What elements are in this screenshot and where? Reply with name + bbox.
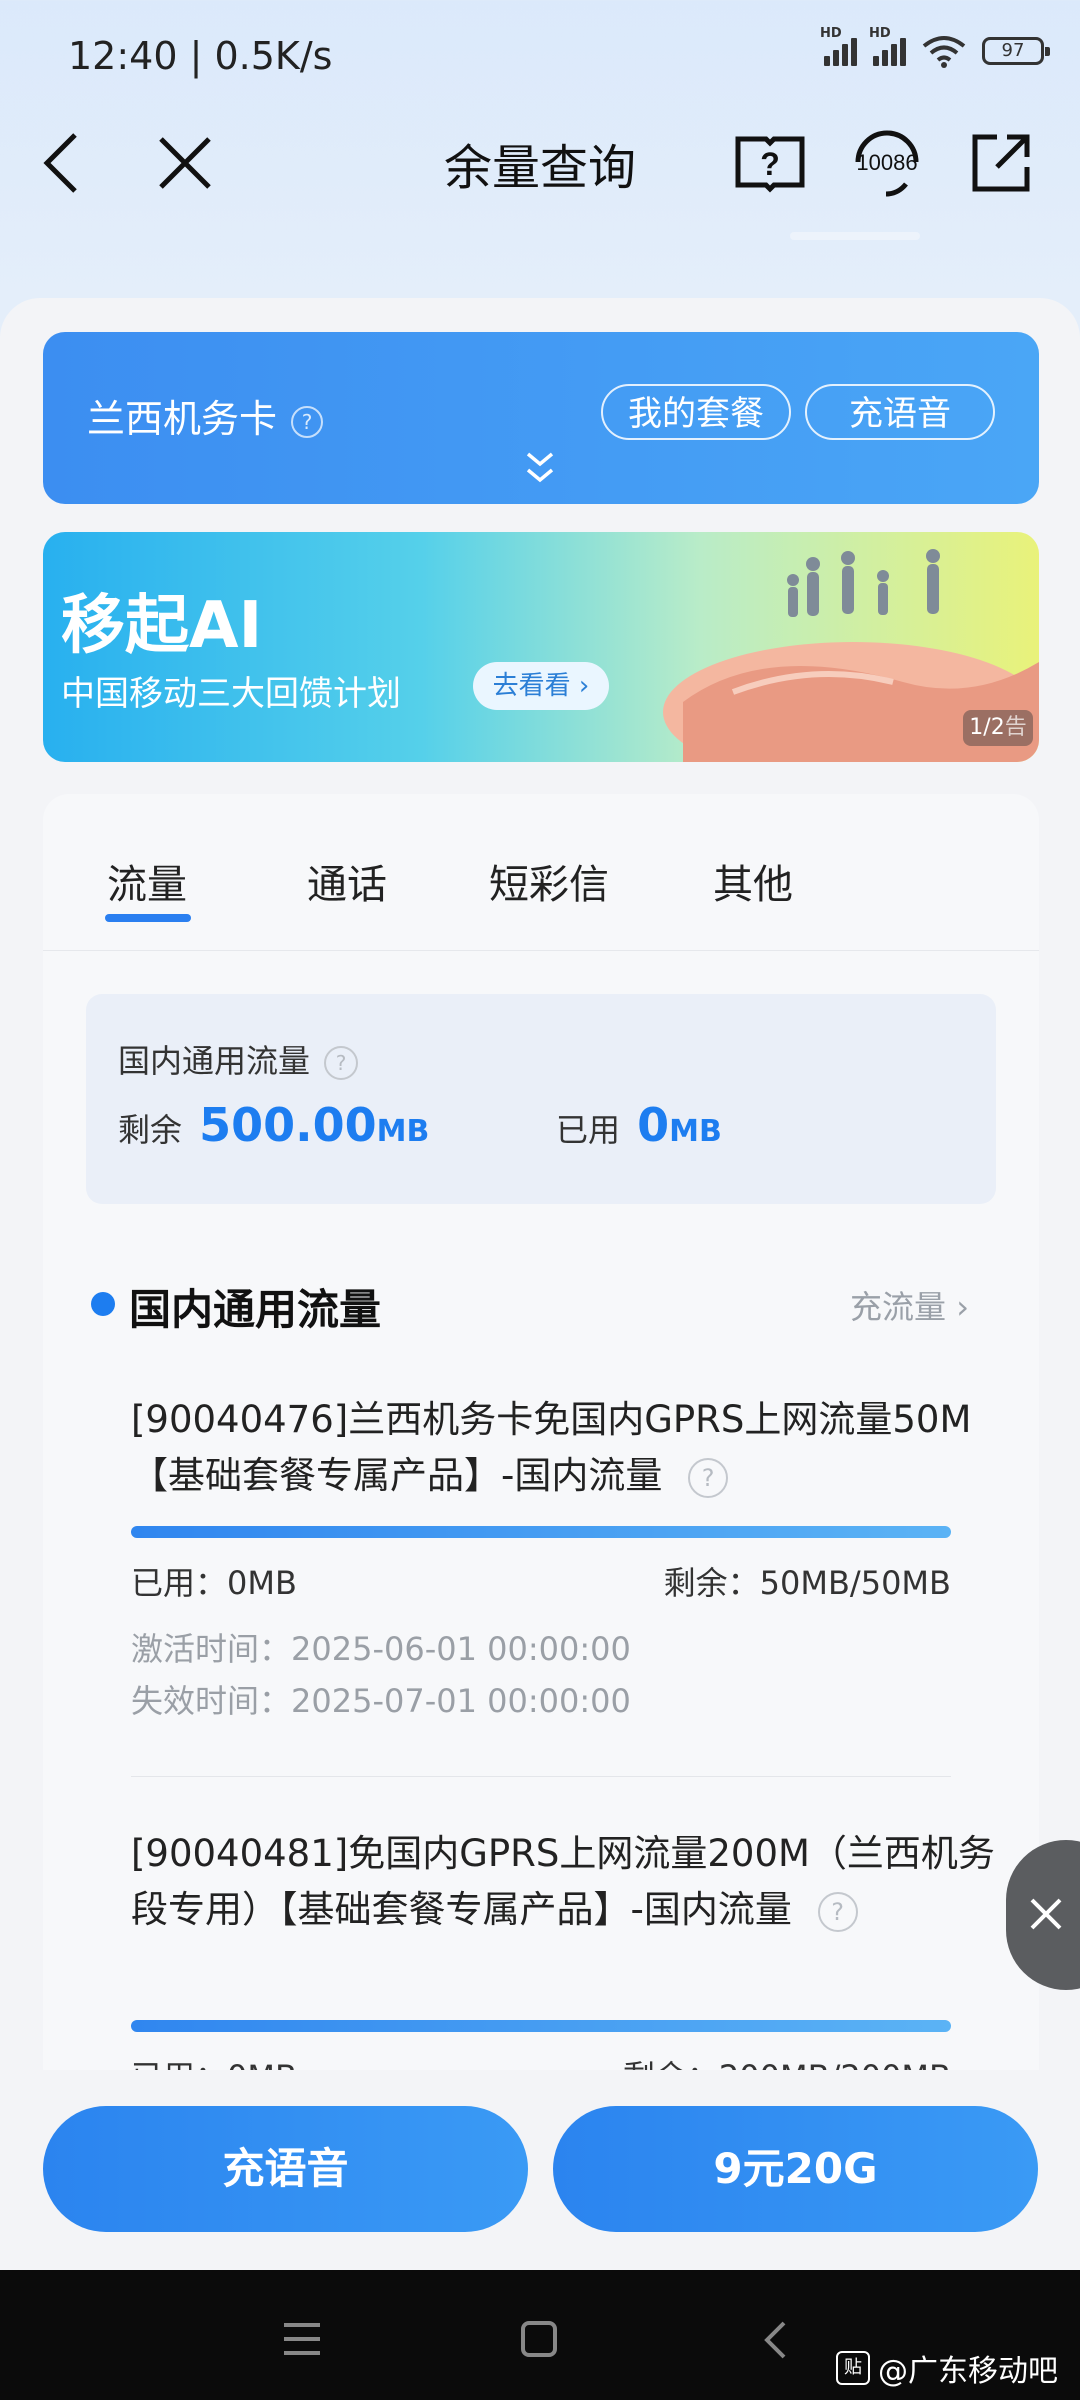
home-icon[interactable] xyxy=(520,2320,558,2358)
help-icon[interactable]: ? xyxy=(291,405,324,438)
data-summary-box: 国内通用流量? 剩余 500.00MB 已用 0MB xyxy=(86,994,996,1204)
close-icon xyxy=(1030,1898,1062,1930)
help-icon[interactable]: ? xyxy=(324,1046,359,1080)
used-value: 0 xyxy=(637,1098,670,1152)
section-title: 国内通用流量 xyxy=(129,1285,382,1334)
banner-cta-button[interactable]: 去看看 › xyxy=(473,662,609,710)
tab-calls[interactable]: 通话 xyxy=(307,852,387,910)
account-name: 兰西机务卡 xyxy=(87,397,278,441)
package-item-title-text: [90040476]兰西机务卡免国内GPRS上网流量50M【基础套餐专属产品】-… xyxy=(131,1398,972,1497)
remaining-label: 剩余 xyxy=(118,1111,183,1149)
banner-page-number: 1/2 xyxy=(969,715,1005,740)
remaining-unit: MB xyxy=(376,1114,430,1149)
recharge-voice-button[interactable]: 充语音 xyxy=(43,2106,528,2232)
banner-subtitle: 中国移动三大回馈计划 xyxy=(61,674,401,714)
tab-active-indicator xyxy=(105,914,191,922)
remaining-value: 500.00 xyxy=(199,1098,377,1152)
used-block: 已用 0MB xyxy=(556,1098,722,1152)
wifi-icon xyxy=(922,36,966,68)
recharge-voice-pill-button[interactable]: 充语音 xyxy=(805,384,995,440)
signal-icon: HD xyxy=(820,26,857,66)
divider xyxy=(131,1776,951,1777)
promo-banner[interactable]: 移起AI 中国移动三大回馈计划 去看看 › 1/2告 xyxy=(43,532,1039,762)
share-icon[interactable] xyxy=(966,128,1036,198)
status-time: 12:40 | 0.5K/s xyxy=(68,34,333,78)
signal-icon: HD xyxy=(869,26,906,66)
banner-pager: 1/2告 xyxy=(963,710,1033,746)
my-package-button[interactable]: 我的套餐 xyxy=(601,384,791,440)
banner-cta-label: 去看看 xyxy=(492,671,571,701)
summary-title-row: 国内通用流量? xyxy=(118,1036,359,1082)
account-card: 兰西机务卡? 我的套餐 充语音 xyxy=(43,332,1039,504)
recharge-data-link[interactable]: 充流量 › xyxy=(850,1282,969,1328)
drag-handle xyxy=(790,232,920,240)
banner-title: 移起AI xyxy=(61,589,263,663)
watermark-text: @广东移动吧 xyxy=(878,2354,1058,2389)
status-bar: 12:40 | 0.5K/s HD HD 97 xyxy=(0,0,1080,110)
tieba-icon: 贴 xyxy=(836,2351,870,2385)
svg-text:?: ? xyxy=(760,146,780,182)
usage-card: 流量 通话 短彩信 其他 国内通用流量? 剩余 500.00MB 已用 0MB … xyxy=(43,794,1039,2096)
tab-other[interactable]: 其他 xyxy=(713,852,793,910)
hd-label: HD xyxy=(869,26,891,41)
help-icon[interactable]: ? xyxy=(817,1891,858,1932)
hd-label: HD xyxy=(820,26,842,41)
customer-service-icon[interactable]: 10086 xyxy=(846,128,928,198)
used-amount: 已用：0MB xyxy=(131,1564,297,1602)
account-name-row[interactable]: 兰西机务卡? xyxy=(87,388,324,443)
package-item-title-text: [90040481]免国内GPRS上网流量200M（兰西机务段专用）【基础套餐专… xyxy=(131,1832,995,1931)
help-book-icon[interactable]: ? xyxy=(732,128,808,198)
divider xyxy=(43,950,1039,951)
summary-title: 国内通用流量 xyxy=(118,1042,311,1080)
expiration-time: 失效时间：2025-07-01 00:00:00 xyxy=(131,1682,631,1720)
remaining-block: 剩余 500.00MB xyxy=(118,1098,429,1152)
menu-icon[interactable] xyxy=(282,2322,322,2356)
package-item-title: [90040476]兰西机务卡免国内GPRS上网流量50M【基础套餐专属产品】-… xyxy=(131,1392,1011,1504)
back-nav-icon[interactable] xyxy=(762,2320,788,2360)
tab-sms[interactable]: 短彩信 xyxy=(489,852,609,910)
remaining-amount: 剩余：50MB/50MB xyxy=(663,1564,951,1602)
help-icon[interactable]: ? xyxy=(688,1457,729,1498)
activation-time: 激活时间：2025-06-01 00:00:00 xyxy=(131,1630,631,1668)
usage-progress-bar xyxy=(131,1526,951,1538)
system-nav-bar: 贴 @广东移动吧 xyxy=(0,2270,1080,2400)
watermark: 贴 @广东移动吧 xyxy=(836,2346,1058,2390)
hotline-number: 10086 xyxy=(856,150,917,175)
section-dot xyxy=(91,1292,115,1316)
ad-mark: 告 xyxy=(1004,715,1027,740)
battery-icon: 97 xyxy=(982,37,1050,65)
package-item-title: [90040481]免国内GPRS上网流量200M（兰西机务段专用）【基础套餐专… xyxy=(131,1826,1011,1938)
used-unit: MB xyxy=(669,1114,722,1149)
tab-data[interactable]: 流量 xyxy=(107,852,187,910)
data-offer-button[interactable]: 9元20G xyxy=(553,2106,1038,2232)
chevron-right-icon: › xyxy=(956,1288,969,1326)
usage-progress-bar xyxy=(131,2020,951,2032)
recharge-data-label: 充流量 xyxy=(850,1288,947,1326)
status-icons: HD HD 97 xyxy=(820,26,1050,68)
chevron-down-icon[interactable] xyxy=(524,450,556,486)
used-label: 已用 xyxy=(556,1111,621,1149)
